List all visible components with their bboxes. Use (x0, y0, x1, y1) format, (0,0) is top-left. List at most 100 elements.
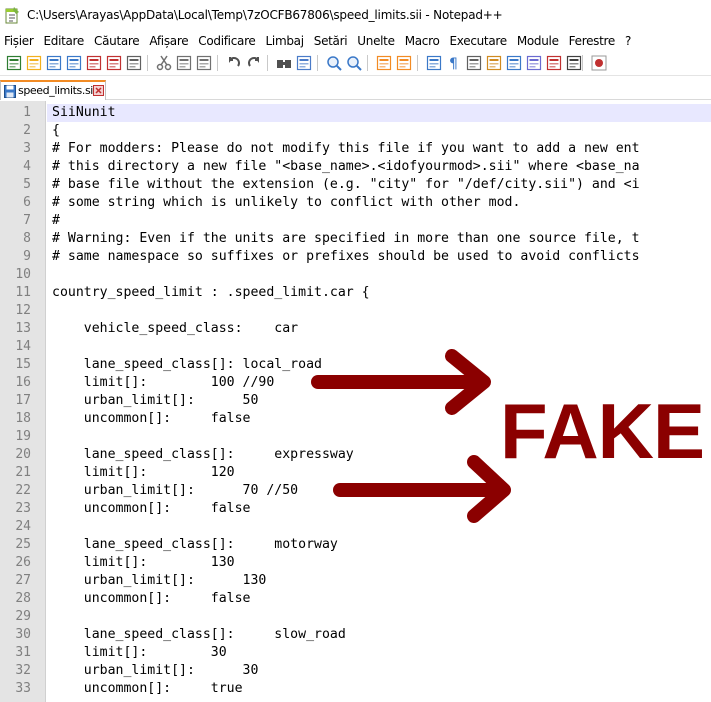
code-line[interactable]: uncommon[]: false (52, 410, 251, 428)
tab-close-icon[interactable] (93, 85, 104, 96)
menu-item-12[interactable]: ? (620, 32, 636, 50)
menu-item-11[interactable]: Ferestre (564, 32, 620, 50)
code-line[interactable]: limit[]: 30 (52, 644, 227, 662)
code-line[interactable]: # For modders: Please do not modify this… (52, 140, 640, 158)
toolbar: ¶ (0, 50, 711, 76)
line-number: 21 (15, 465, 31, 480)
menu-item-3[interactable]: Afișare (144, 32, 193, 50)
udl-icon[interactable] (485, 54, 503, 72)
code-line[interactable]: urban_limit[]: 70 //50 (52, 482, 298, 500)
menu-item-8[interactable]: Macro (400, 32, 445, 50)
line-number: 13 (15, 321, 31, 336)
zoom-out-icon[interactable] (345, 54, 363, 72)
code-line[interactable]: { (52, 122, 60, 140)
line-number: 23 (15, 501, 31, 516)
save-icon[interactable] (45, 54, 63, 72)
toolbar-separator (267, 55, 268, 71)
toolbar-separator (582, 55, 583, 71)
line-number: 14 (15, 339, 31, 354)
line-number: 2 (23, 123, 31, 138)
line-number: 26 (15, 555, 31, 570)
doc-map-icon[interactable] (505, 54, 523, 72)
line-number: 28 (15, 591, 31, 606)
line-number: 30 (15, 627, 31, 642)
line-number: 1 (23, 105, 31, 120)
line-number: 7 (23, 213, 31, 228)
line-number: 31 (15, 645, 31, 660)
toolbar-separator (317, 55, 318, 71)
title-bar[interactable]: C:\Users\Arayas\AppData\Local\Temp\7zOCF… (0, 0, 711, 32)
folder-workspace-icon[interactable] (545, 54, 563, 72)
line-number: 20 (15, 447, 31, 462)
saved-file-icon (4, 85, 16, 98)
word-wrap-icon[interactable] (425, 54, 443, 72)
line-number: 15 (15, 357, 31, 372)
line-number: 27 (15, 573, 31, 588)
code-line[interactable]: # some string which is unlikely to confl… (52, 194, 520, 212)
line-number: 3 (23, 141, 31, 156)
redo-icon[interactable] (245, 54, 263, 72)
cut-icon[interactable] (155, 54, 173, 72)
sync-horizontal-icon[interactable] (395, 54, 413, 72)
line-number: 18 (15, 411, 31, 426)
code-line[interactable]: SiiNunit (52, 104, 116, 122)
monitoring-icon[interactable] (565, 54, 583, 72)
toolbar-separator (147, 55, 148, 71)
menu-item-0[interactable]: Fișier (0, 32, 38, 50)
save-all-icon[interactable] (65, 54, 83, 72)
code-line[interactable]: # this directory a new file "<base_name>… (52, 158, 640, 176)
function-list-icon[interactable] (525, 54, 543, 72)
find-icon[interactable] (275, 54, 293, 72)
undo-icon[interactable] (225, 54, 243, 72)
tab-speed-limits[interactable]: speed_limits.sii (0, 80, 106, 100)
code-line[interactable]: vehicle_speed_class: car (52, 320, 298, 338)
menu-item-10[interactable]: Module (512, 32, 564, 50)
print-icon[interactable] (125, 54, 143, 72)
line-number: 10 (15, 267, 31, 282)
code-line[interactable]: # Warning: Even if the units are specifi… (52, 230, 640, 248)
new-file-icon[interactable] (5, 54, 23, 72)
menu-bar: Fișier Editare Căutare Afișare Codificare Lim… (0, 32, 711, 50)
close-all-icon[interactable] (105, 54, 123, 72)
code-line[interactable]: lane_speed_class[]: motorway (52, 536, 338, 554)
code-line[interactable]: urban_limit[]: 130 (52, 572, 267, 590)
open-file-icon[interactable] (25, 54, 43, 72)
code-line[interactable]: # same namespace so suffixes or prefixes… (52, 248, 640, 266)
menu-item-7[interactable]: Unelte (352, 32, 399, 50)
line-number: 11 (15, 285, 31, 300)
code-line[interactable]: lane_speed_class[]: slow_road (52, 626, 346, 644)
menu-item-4[interactable]: Codificare (193, 32, 260, 50)
copy-icon[interactable] (175, 54, 193, 72)
code-line[interactable]: limit[]: 120 (52, 464, 235, 482)
menu-item-1[interactable]: Editare (38, 32, 89, 50)
indent-guide-icon[interactable] (465, 54, 483, 72)
line-number: 9 (23, 249, 31, 264)
code-line[interactable]: uncommon[]: false (52, 500, 251, 518)
line-number: 24 (15, 519, 31, 534)
line-number: 5 (23, 177, 31, 192)
menu-item-6[interactable]: Setări (309, 32, 353, 50)
sync-vertical-icon[interactable] (375, 54, 393, 72)
line-number-gutter[interactable]: 1 2 3 4 5 6 7 8 9 10 11 12 13 14 15 16 17 18 19 20 21 22 23 24 2… (0, 101, 46, 702)
menu-item-9[interactable]: Executare (445, 32, 512, 50)
code-line[interactable]: uncommon[]: false (52, 590, 251, 608)
zoom-in-icon[interactable] (325, 54, 343, 72)
code-line[interactable]: uncommon[]: true (52, 680, 243, 698)
menu-item-2[interactable]: Căutare (89, 32, 144, 50)
notepad-plus-plus-icon (5, 7, 19, 24)
record-macro-icon[interactable] (590, 54, 608, 72)
code-line[interactable]: limit[]: 100 //90 (52, 374, 275, 392)
code-line[interactable]: country_speed_limit : .speed_limit.car { (52, 284, 370, 302)
code-line[interactable]: lane_speed_class[]: local_road (52, 356, 322, 374)
code-line[interactable]: lane_speed_class[]: expressway (52, 446, 354, 464)
paste-icon[interactable] (195, 54, 213, 72)
code-line[interactable]: limit[]: 130 (52, 554, 235, 572)
menu-item-5[interactable]: Limbaj (261, 32, 309, 50)
code-line[interactable]: urban_limit[]: 30 (52, 662, 259, 680)
show-all-chars-icon[interactable]: ¶ (445, 54, 463, 72)
replace-icon[interactable] (295, 54, 313, 72)
code-line[interactable]: # (52, 212, 60, 230)
code-line[interactable]: # base file without the extension (e.g. … (52, 176, 640, 194)
code-line[interactable]: urban_limit[]: 50 (52, 392, 259, 410)
close-icon[interactable] (85, 54, 103, 72)
